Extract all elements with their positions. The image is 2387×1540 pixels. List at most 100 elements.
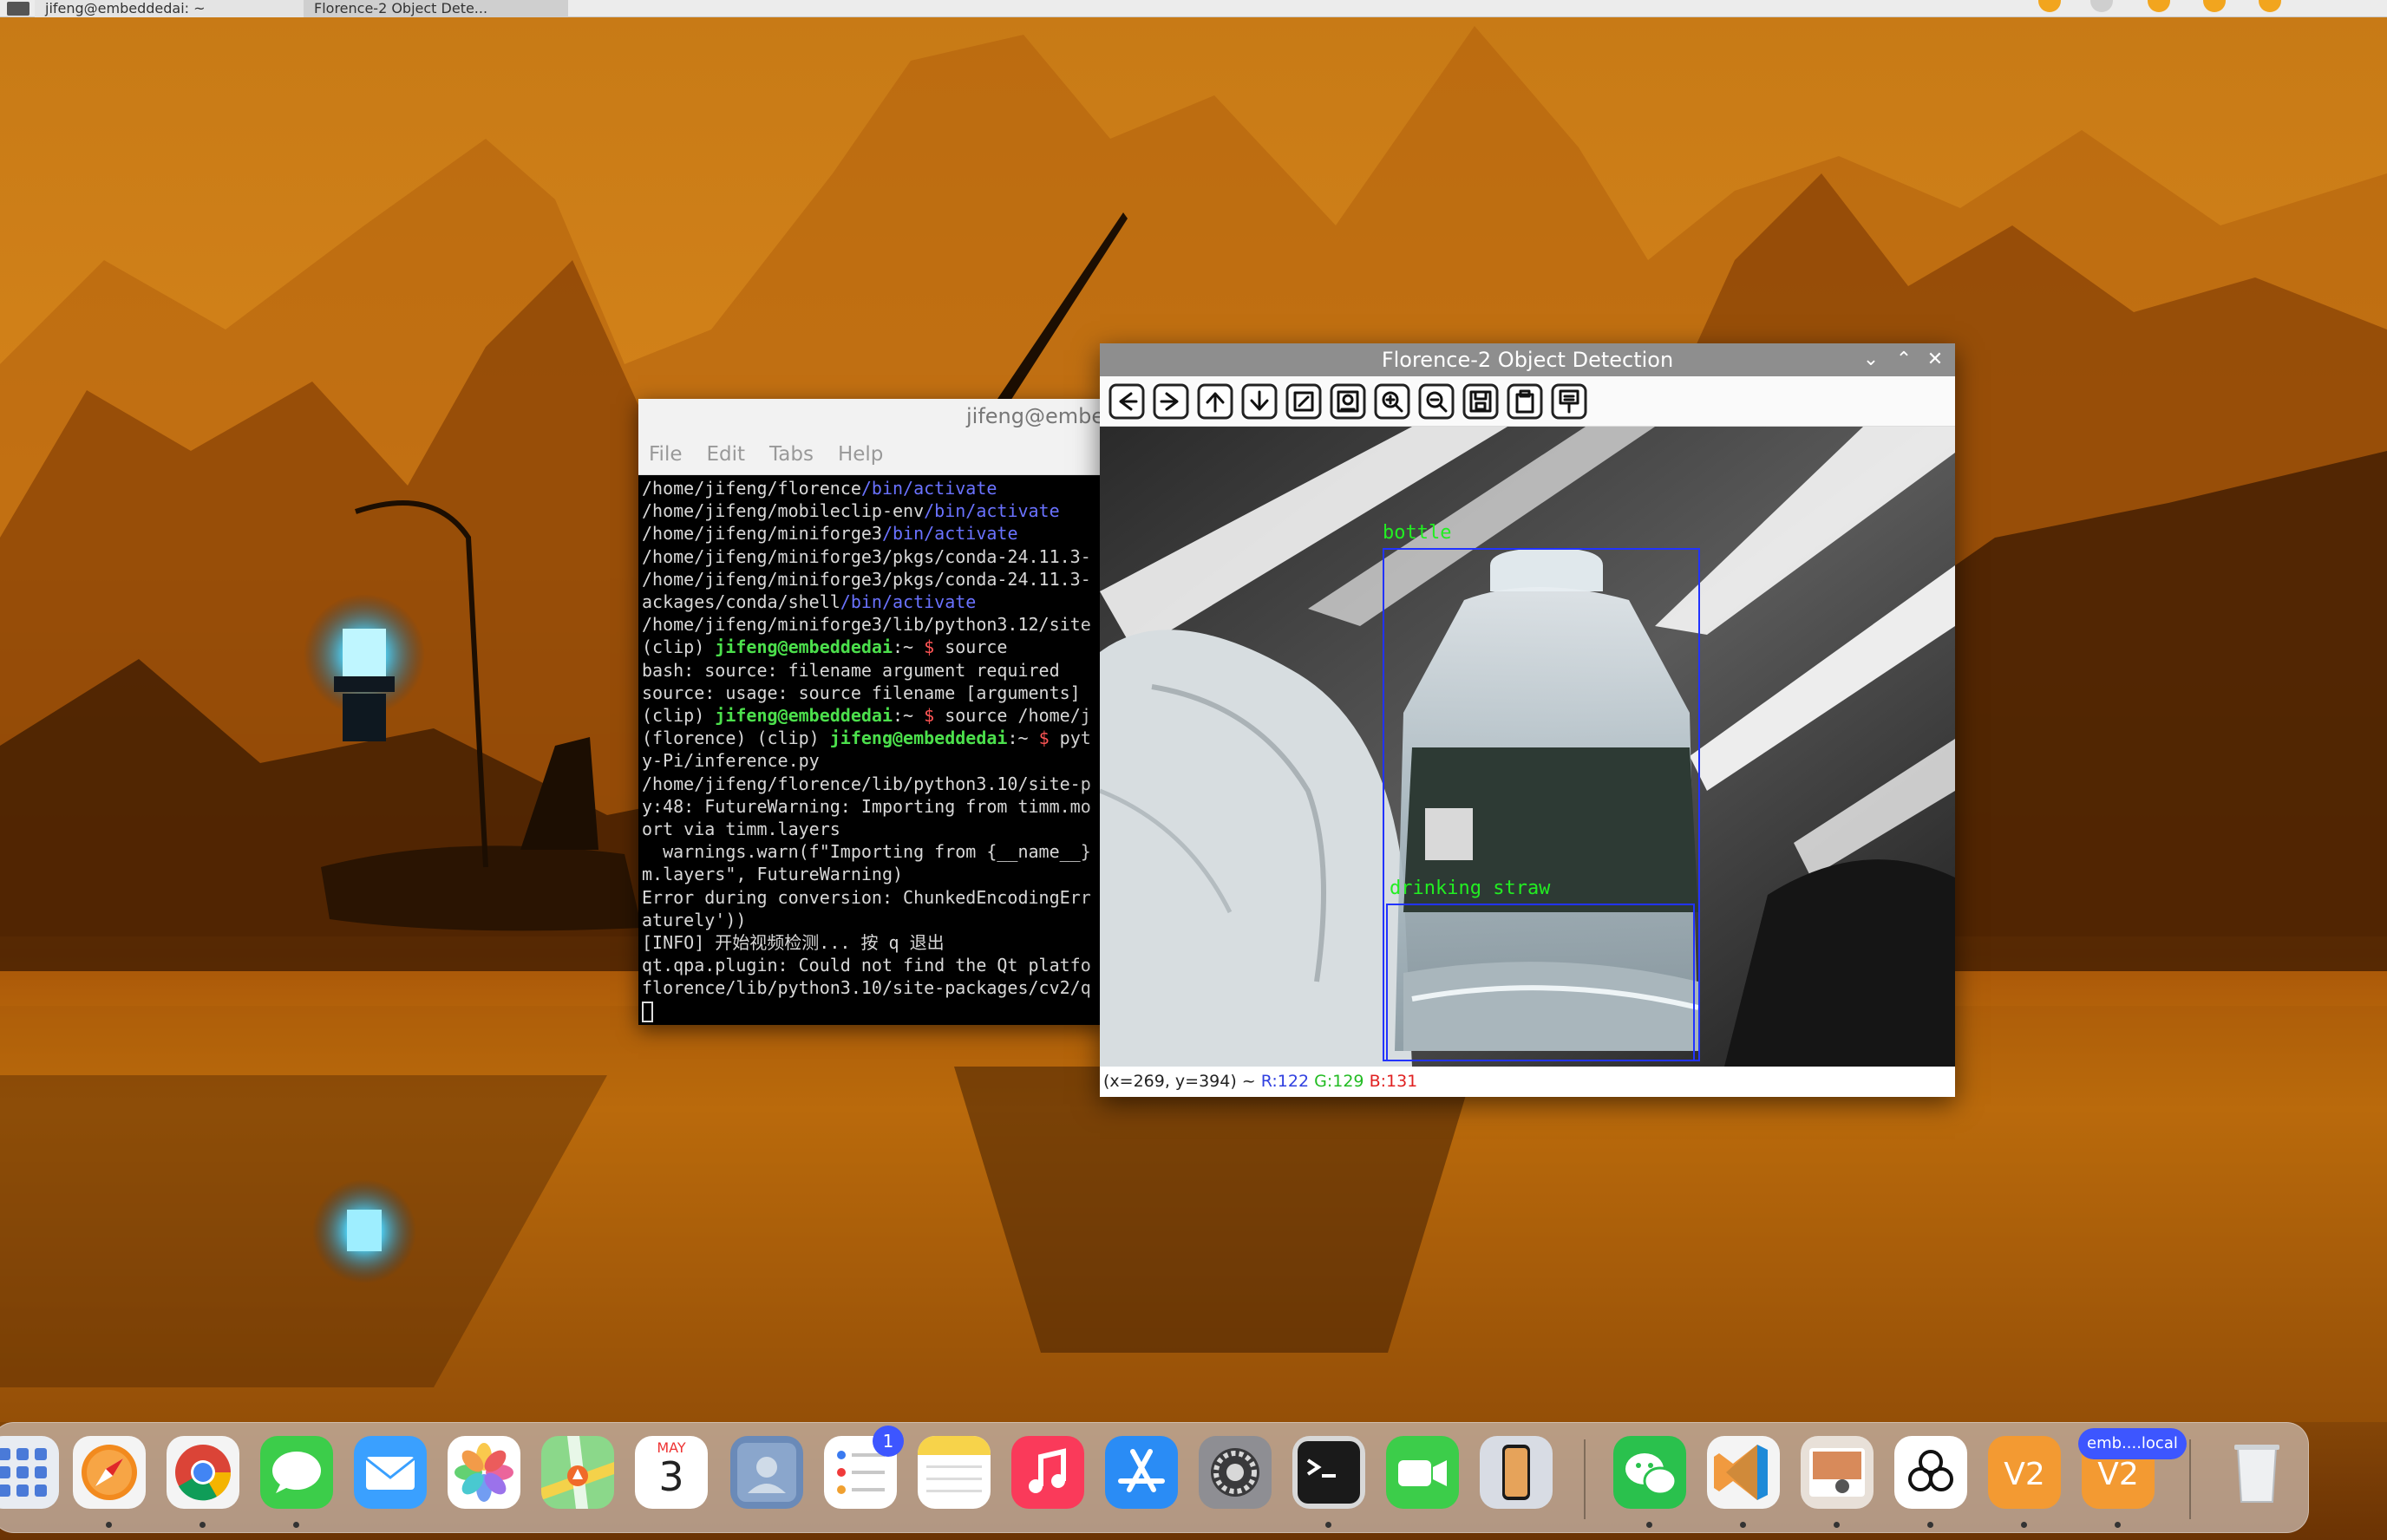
terminal-text: /bin/activate [881,523,1018,545]
terminal-text: /home/jifeng/miniforge3/pkgs/conda-24.11… [642,568,1091,590]
terminal-window[interactable]: jifeng@embeddedai: ~ File Edit Tabs Help… [638,399,1107,1025]
terminal-line: (clip) jifeng@embeddedai:~ $ source /hom… [642,704,1103,727]
menu-file[interactable]: File [649,443,683,466]
chrome-icon [167,1436,239,1509]
top-taskbar: jifeng@embeddedai: ~ Florence-2 Object D… [0,0,2387,17]
florence-toolbar [1100,376,1955,427]
terminal-text: source: usage: source filename [argument… [642,682,1081,703]
dock-chrome[interactable] [167,1436,239,1509]
dock-vscode[interactable] [1707,1436,1780,1509]
terminal-text: (clip) [642,636,716,658]
dock-separator [2189,1439,2191,1519]
terminal-title-bar[interactable]: jifeng@embeddedai: ~ [638,399,1107,434]
status-blue-value: B:131 [1369,1072,1418,1091]
vnc-icon: V2 [1988,1436,2061,1509]
dock-app-store[interactable] [1105,1436,1178,1509]
dock-photos[interactable] [448,1436,520,1509]
dock-terminal[interactable] [1292,1436,1365,1509]
terminal-line: (florence) (clip) jifeng@embeddedai:~ $ … [642,727,1103,749]
dock-running-indicator [2115,1522,2121,1528]
terminal-output[interactable]: /home/jifeng/florence/bin/activate/home/… [638,475,1107,1024]
dock-system-settings[interactable] [1199,1436,1272,1509]
terminal-menu-bar: File Edit Tabs Help [638,434,1107,475]
dock-facetime[interactable] [1386,1436,1459,1509]
dock-wechat[interactable] [1613,1436,1686,1509]
menu-tabs[interactable]: Tabs [769,443,814,466]
dock-safari[interactable] [73,1436,146,1509]
dock-music[interactable] [1011,1436,1084,1509]
terminal-text: qt.qpa.plugin: Could not find the Qt pla… [642,955,1091,976]
dock-running-indicator [1927,1522,1933,1528]
terminal-text: warnings.warn(f"Importing from {__name__… [642,841,1091,863]
copy-clipboard-button[interactable] [1507,382,1543,420]
florence-title-bar[interactable]: Florence-2 Object Detection ⌄ ⌃ ✕ [1100,343,1955,376]
image-properties-button[interactable] [1330,382,1366,420]
dock-messages[interactable] [260,1436,333,1509]
properties-icon [1551,383,1587,419]
svg-text:V2: V2 [2097,1457,2139,1492]
zoom-in-button[interactable] [1374,382,1410,420]
menu-help[interactable]: Help [838,443,883,466]
terminal-text: y-Pi/inference.py [642,750,820,772]
terminal-text: :~ [1007,728,1039,749]
terminal-line: aturely')) [642,909,1103,931]
detection-box [1386,904,1695,1061]
terminal-text: m.layers", FutureWarning) [642,864,904,885]
zoom-out-icon [1418,383,1455,419]
terminal-line: bash: source: filename argument required [642,659,1103,682]
dock-badge: emb....local [2078,1428,2187,1459]
taskbar-florence-button[interactable]: Florence-2 Object Dete... [304,0,568,17]
camera-frame[interactable]: bottle drinking straw [1100,427,1955,1067]
dock-maps[interactable] [541,1436,614,1509]
messages-icon [260,1436,333,1509]
dock-trash[interactable] [2220,1436,2293,1509]
terminal-line: /home/jifeng/miniforge3/pkgs/conda-24.11… [642,545,1103,568]
music-icon [1011,1436,1084,1509]
terminal-line: florence/lib/python3.10/site-packages/cv… [642,976,1103,999]
terminal-text: /home/jifeng/mobileclip-env [642,500,925,522]
image-properties-icon [1330,383,1366,419]
status-coords: (x=269, y=394) ~ [1103,1072,1256,1091]
minimize-icon[interactable]: ⌄ [1860,349,1882,371]
tray-updown-icon[interactable] [2203,0,2226,12]
vscode-icon [1707,1436,1780,1509]
dock-calendar[interactable]: MAY 3 [635,1436,708,1509]
terminal-text: jifeng@embeddedai [715,636,893,658]
dock-launchpad[interactable] [0,1436,59,1509]
terminal-text: $ [924,636,935,658]
save-icon [1462,383,1499,419]
zoom-fit-icon [1285,383,1322,419]
terminal-text: :~ [893,705,925,727]
dock-vnc-viewer[interactable]: V2 [1988,1436,2061,1509]
dock-mail[interactable] [354,1436,427,1509]
dock-iphone-mirroring[interactable] [1480,1436,1553,1509]
terminal-text: source /home/j [934,705,1091,727]
arrow-right-button[interactable] [1153,382,1189,420]
florence-title: Florence-2 Object Detection [1381,348,1674,372]
terminal-icon [1292,1436,1365,1509]
terminal-text: [INFO] 开始视频检测... 按 q 退出 [642,932,945,954]
zoom-fit-button[interactable] [1285,382,1322,420]
arrow-left-button[interactable] [1108,382,1145,420]
dock-notes[interactable] [918,1436,991,1509]
safari-icon [73,1436,146,1509]
close-icon[interactable]: ✕ [1924,349,1946,371]
arrow-down-button[interactable] [1241,382,1278,420]
maximize-icon[interactable]: ⌃ [1893,349,1915,371]
tray-network-icon[interactable] [2148,0,2170,12]
dock-chatgpt[interactable] [1894,1436,1967,1509]
florence-window[interactable]: Florence-2 Object Detection ⌄ ⌃ ✕ bottle… [1100,343,1955,1097]
dock-contacts[interactable] [730,1436,803,1509]
arrow-up-button[interactable] [1197,382,1233,420]
terminal-cursor [642,1002,653,1023]
facetime-icon [1386,1436,1459,1509]
save-button[interactable] [1462,382,1499,420]
zoom-out-button[interactable] [1418,382,1455,420]
taskbar-terminal-button[interactable]: jifeng@embeddedai: ~ [35,0,304,17]
tray-volume-icon[interactable] [2259,0,2281,12]
properties-button[interactable] [1551,382,1587,420]
tray-bluetooth-icon[interactable] [2090,0,2113,12]
tray-status-icon[interactable] [2038,0,2061,12]
menu-edit[interactable]: Edit [707,443,746,466]
dock-preview[interactable] [1801,1436,1874,1509]
